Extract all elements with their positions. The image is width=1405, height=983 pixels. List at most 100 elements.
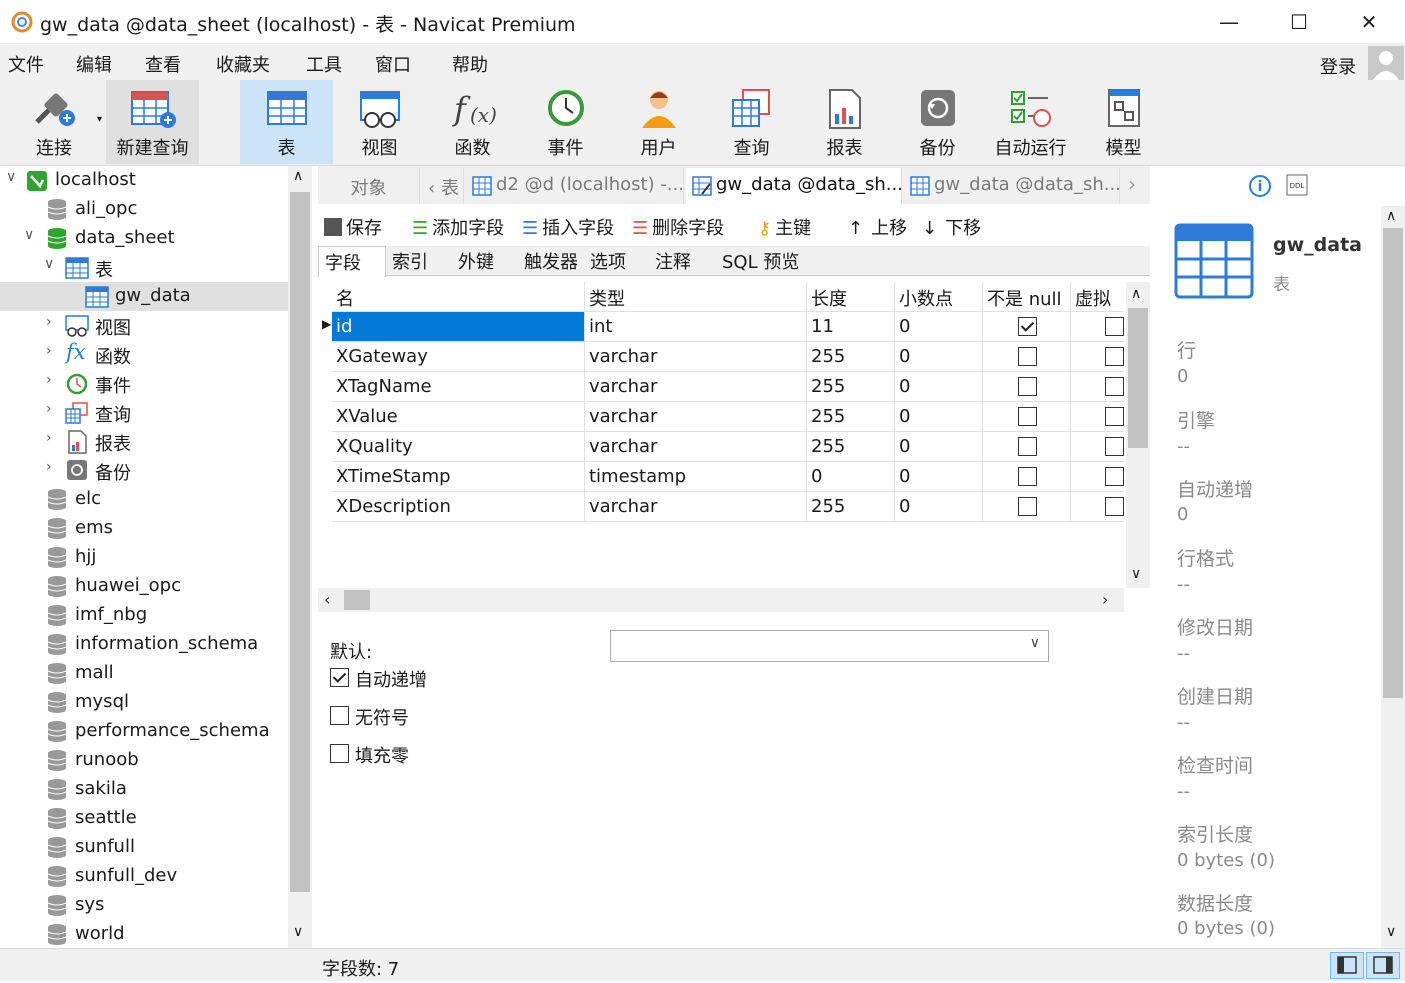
tree-db-item[interactable]: runoob: [0, 746, 288, 775]
tree-db-item[interactable]: hjj: [0, 543, 288, 572]
auto-increment-checkbox[interactable]: [330, 668, 349, 687]
ddl-icon[interactable]: DDL: [1286, 174, 1308, 196]
col-header-virtual[interactable]: 虚拟: [1071, 282, 1124, 312]
avatar[interactable]: [1368, 46, 1404, 80]
insert-field-button[interactable]: ☰ 插入字段: [522, 214, 614, 240]
zerofill-checkbox[interactable]: [330, 744, 349, 763]
scroll-right-icon[interactable]: ›: [1128, 172, 1136, 196]
table-row[interactable]: XGateway varchar 255 0: [318, 342, 1124, 372]
event-button[interactable]: 事件: [519, 80, 612, 164]
scroll-left-icon[interactable]: ‹: [428, 178, 435, 199]
tab-sql-preview[interactable]: SQL 预览: [716, 246, 805, 276]
virtual-checkbox[interactable]: [1105, 497, 1124, 516]
scroll-up-icon[interactable]: ∧: [1386, 208, 1396, 224]
table-row[interactable]: XValue varchar 255 0: [318, 402, 1124, 432]
scroll-thumb[interactable]: [290, 192, 310, 892]
tree-db-item[interactable]: ems: [0, 514, 288, 543]
view-button[interactable]: 视图: [333, 80, 426, 164]
table-row[interactable]: XTimeStamp timestamp 0 0: [318, 462, 1124, 492]
cell-name[interactable]: XQuality: [332, 432, 585, 462]
minimize-button[interactable]: —: [1206, 6, 1252, 40]
col-header-decimals[interactable]: 小数点: [895, 282, 983, 312]
layout-right-button[interactable]: [1366, 952, 1400, 979]
cell-name[interactable]: XValue: [332, 402, 585, 432]
tree-db-item[interactable]: imf_nbg: [0, 601, 288, 630]
cell-type[interactable]: varchar: [585, 432, 807, 462]
col-header-type[interactable]: 类型: [585, 282, 807, 312]
tree-node-functions[interactable]: › fx 函数: [0, 340, 288, 369]
table-row[interactable]: XDescription varchar 255 0: [318, 492, 1124, 522]
tree-server-localhost[interactable]: ∨ localhost: [0, 166, 288, 195]
report-button[interactable]: 报表: [798, 80, 891, 164]
menu-favorites[interactable]: 收藏夹: [216, 51, 270, 77]
model-button[interactable]: 模型: [1077, 80, 1170, 164]
cell-type[interactable]: varchar: [585, 492, 807, 522]
cell-not-null[interactable]: [983, 342, 1071, 372]
tab-d2[interactable]: d2 @d (localhost) -...: [466, 168, 684, 204]
save-button[interactable]: 保存: [324, 214, 382, 240]
expand-chevron-icon[interactable]: ›: [46, 343, 52, 359]
tree-db-item[interactable]: mall: [0, 659, 288, 688]
collapse-chevron-icon[interactable]: ∨: [6, 169, 16, 185]
col-header-not-null[interactable]: 不是 null: [983, 282, 1071, 312]
table-row[interactable]: XTagName varchar 255 0: [318, 372, 1124, 402]
not-null-checkbox[interactable]: [1018, 497, 1037, 516]
tab-options[interactable]: 选项: [584, 246, 632, 276]
delete-field-button[interactable]: ☰ 删除字段: [632, 214, 724, 240]
not-null-checkbox[interactable]: [1018, 377, 1037, 396]
collapse-chevron-icon[interactable]: ∨: [24, 227, 34, 243]
tab-comment[interactable]: 注释: [649, 246, 697, 276]
grid-vertical-scrollbar[interactable]: ∧ ∨: [1126, 282, 1150, 588]
cell-type[interactable]: varchar: [585, 342, 807, 372]
cell-decimals[interactable]: 0: [895, 432, 983, 462]
expand-chevron-icon[interactable]: ›: [46, 401, 52, 417]
cell-length[interactable]: 0: [807, 462, 895, 492]
query-button[interactable]: 查询: [705, 80, 798, 164]
scroll-down-icon[interactable]: ∨: [293, 924, 303, 940]
tree-db-item[interactable]: mysql: [0, 688, 288, 717]
col-header-length[interactable]: 长度: [807, 282, 895, 312]
cell-name[interactable]: XGateway: [332, 342, 585, 372]
tree-db-item[interactable]: information_schema: [0, 630, 288, 659]
scroll-down-icon[interactable]: ∨: [1386, 924, 1396, 940]
backup-button[interactable]: 备份: [891, 80, 984, 164]
scroll-up-icon[interactable]: ∧: [1131, 286, 1141, 302]
function-button[interactable]: f (x) 函数: [426, 80, 519, 164]
scroll-up-icon[interactable]: ∧: [293, 168, 303, 184]
scroll-down-icon[interactable]: ∨: [1131, 566, 1141, 582]
layout-left-button[interactable]: [1330, 952, 1364, 979]
tree-db-item[interactable]: world: [0, 920, 288, 948]
table-button[interactable]: 表: [240, 80, 333, 164]
menu-file[interactable]: 文件: [8, 51, 44, 77]
cell-not-null[interactable]: [983, 462, 1071, 492]
cell-type[interactable]: timestamp: [585, 462, 807, 492]
cell-name[interactable]: XTagName: [332, 372, 585, 402]
tree-node-tables[interactable]: ∨ 表: [0, 253, 288, 282]
cell-not-null[interactable]: [983, 312, 1071, 342]
tree-db-item[interactable]: sunfull: [0, 833, 288, 862]
tab-indexes[interactable]: 索引: [386, 246, 434, 276]
cell-decimals[interactable]: 0: [895, 312, 983, 342]
maximize-button[interactable]: ☐: [1276, 6, 1322, 40]
move-up-button[interactable]: ↑ 上移: [848, 214, 907, 240]
cell-length[interactable]: 255: [807, 402, 895, 432]
cell-not-null[interactable]: [983, 402, 1071, 432]
not-null-checkbox[interactable]: [1018, 347, 1037, 366]
virtual-checkbox[interactable]: [1105, 377, 1124, 396]
tree-node-backups[interactable]: › 备份: [0, 456, 288, 485]
tree-node-reports[interactable]: › 报表: [0, 427, 288, 456]
tree-db-item[interactable]: sakila: [0, 775, 288, 804]
unsigned-checkbox[interactable]: [330, 706, 349, 725]
menu-view[interactable]: 查看: [145, 51, 181, 77]
virtual-checkbox[interactable]: [1105, 347, 1124, 366]
cell-virtual[interactable]: [1071, 372, 1124, 402]
tree-db-item[interactable]: huawei_opc: [0, 572, 288, 601]
scroll-thumb[interactable]: [1128, 308, 1148, 448]
automation-button[interactable]: 自动运行: [984, 80, 1077, 164]
tree-node-queries[interactable]: › 查询: [0, 398, 288, 427]
connect-dropdown-icon[interactable]: ▾: [97, 114, 102, 125]
tab-foreign-keys[interactable]: 外键: [452, 246, 500, 276]
menu-tools[interactable]: 工具: [306, 51, 342, 77]
not-null-checkbox[interactable]: [1018, 317, 1037, 336]
cell-virtual[interactable]: [1071, 342, 1124, 372]
